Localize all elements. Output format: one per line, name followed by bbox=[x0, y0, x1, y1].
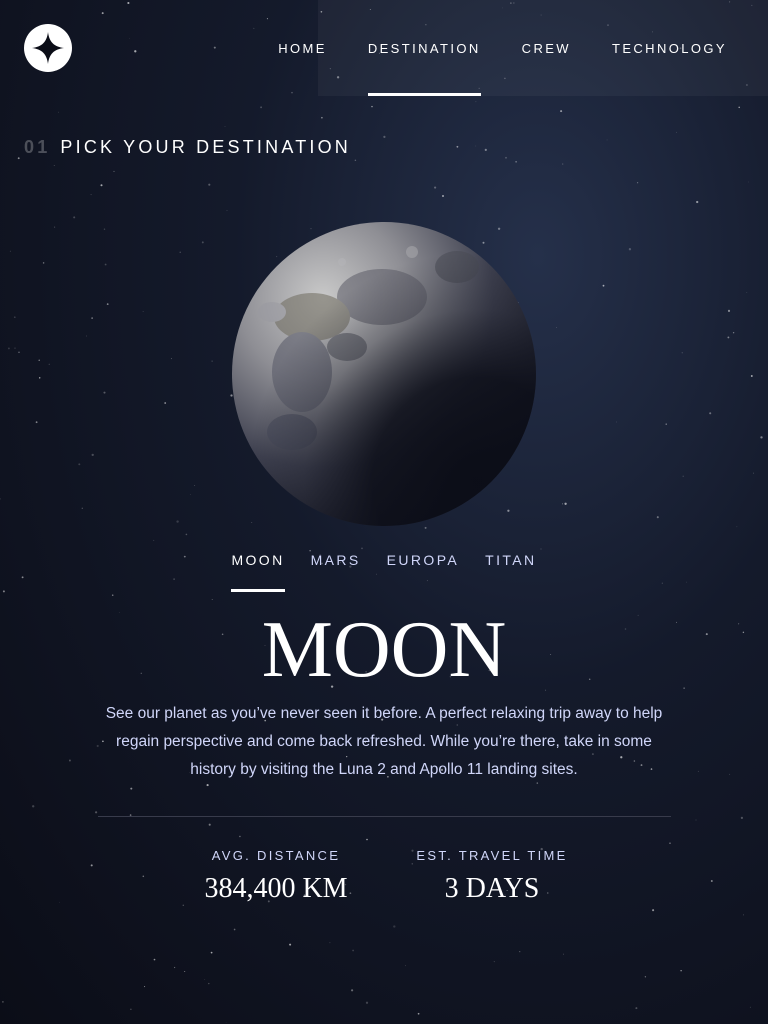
destination-tabs: MOON MARS EUROPA TITAN bbox=[0, 552, 768, 592]
destination-title: MOON bbox=[261, 606, 507, 694]
nav-technology-label: TECHNOLOGY bbox=[611, 40, 727, 56]
stat-label: EST. TRAVEL TIME bbox=[416, 848, 568, 863]
page-heading: 01 PICK YOUR DESTINATION bbox=[24, 137, 351, 158]
four-point-star-icon[interactable] bbox=[24, 24, 72, 72]
stat-value: 384,400 KM bbox=[204, 873, 348, 904]
nav-destination-label: DESTINATION bbox=[367, 40, 481, 56]
divider bbox=[98, 816, 671, 817]
nav-technology[interactable]: TECHNOLOGY bbox=[612, 0, 727, 96]
stat-travel-time: EST. TRAVEL TIME 3 DAYS bbox=[392, 848, 592, 905]
nav-crew[interactable]: CREW bbox=[522, 0, 571, 96]
stat-label: AVG. DISTANCE bbox=[211, 848, 341, 863]
stat-value: 3 DAYS bbox=[444, 873, 540, 904]
page-number: 01 bbox=[24, 137, 51, 157]
nav-crew-label: CREW bbox=[521, 40, 571, 56]
nav-home-label: HOME bbox=[278, 40, 327, 56]
main-navigation: HOME DESTINATION CREW TECHNOLOGY bbox=[278, 0, 768, 96]
nav-home[interactable]: HOME bbox=[278, 0, 327, 96]
page-heading-text: PICK YOUR DESTINATION bbox=[60, 137, 351, 157]
tab-mars[interactable]: MARS bbox=[311, 552, 361, 580]
moon-image bbox=[232, 222, 536, 526]
tab-moon[interactable]: MOON bbox=[231, 552, 285, 592]
tab-titan[interactable]: TITAN bbox=[485, 552, 536, 580]
nav-destination[interactable]: DESTINATION bbox=[367, 0, 481, 96]
stat-avg-distance: AVG. DISTANCE 384,400 KM bbox=[176, 848, 376, 905]
tab-europa[interactable]: EUROPA bbox=[387, 552, 460, 580]
destination-description: See our planet as you’ve never seen it b… bbox=[105, 705, 663, 778]
